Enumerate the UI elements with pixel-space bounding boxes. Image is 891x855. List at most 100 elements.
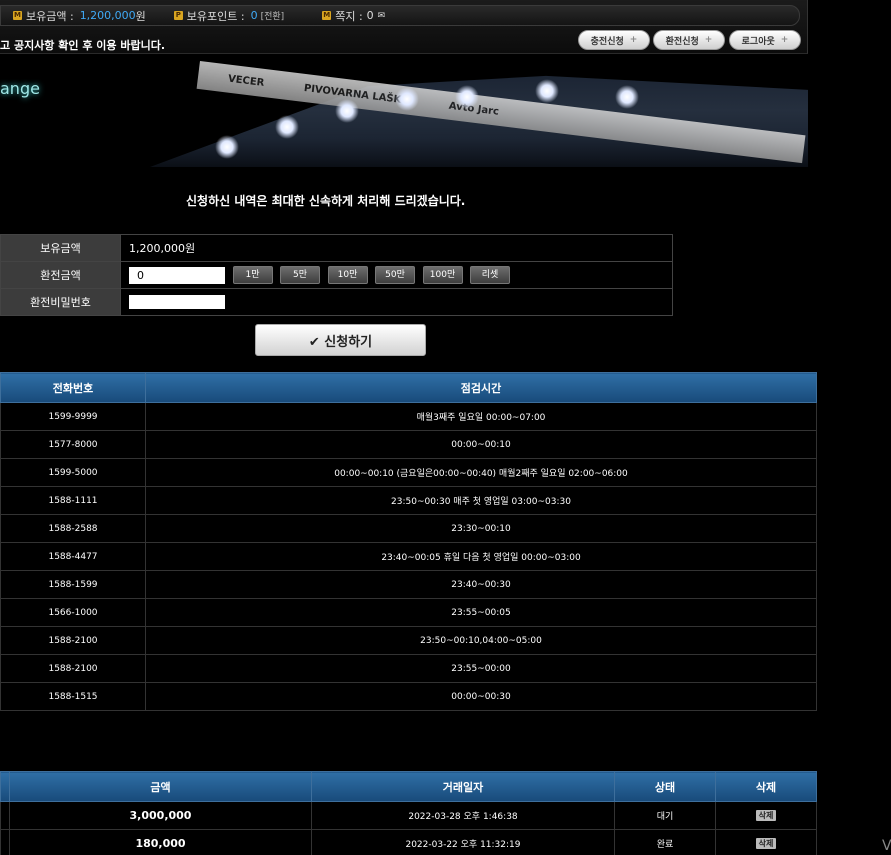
row-spacer-cell xyxy=(0,829,10,855)
form-label: 환전비밀번호 xyxy=(0,288,121,316)
stadium-light xyxy=(275,115,299,139)
message-info[interactable]: M 쪽지 : 0 ✉ xyxy=(322,8,385,24)
password-input[interactable] xyxy=(129,295,225,309)
submit-button[interactable]: ✔ 신청하기 xyxy=(255,324,426,356)
balance-unit: 원 xyxy=(135,9,146,23)
phone-cell: 1599-9999 xyxy=(0,402,146,431)
point-icon: P xyxy=(173,11,183,20)
envelope-icon: ✉ xyxy=(377,10,386,21)
table-row: 1588-2100 23:50~00:10,04:00~05:00 xyxy=(0,626,817,655)
amount-button-50k[interactable]: 5만 xyxy=(280,266,320,284)
points-value: 0 xyxy=(250,9,258,22)
points-label: 보유포인트 : xyxy=(186,9,245,23)
form-balance-value: 1,200,000원 xyxy=(120,234,673,262)
exchange-button-label: 환전신청 xyxy=(665,36,699,47)
logout-button[interactable]: 로그아웃 + xyxy=(729,30,801,50)
delete-button[interactable]: 삭제 xyxy=(755,810,777,821)
amount-button-1m[interactable]: 100만 xyxy=(422,266,463,284)
banner: ange VECER PIVOVARNA LAŠKO Avto Jarc xyxy=(0,55,808,167)
ad-text: VECER xyxy=(227,73,265,89)
table-row: 180,000 2022-03-22 오후 11:32:19 완료 삭제 xyxy=(0,829,817,855)
maintenance-table: 전화번호 점검시간 1599-9999 매월3째주 일요일 00:00~07:00… xyxy=(0,372,817,711)
plus-icon: + xyxy=(629,35,638,45)
maintenance-time-cell: 23:55~00:00 xyxy=(145,654,817,683)
points-convert-link[interactable]: [전환] xyxy=(261,9,285,22)
column-header: 상태 xyxy=(614,771,716,802)
delete-cell: 삭제 xyxy=(715,829,817,855)
date-cell: 2022-03-28 오후 1:46:38 xyxy=(311,801,615,830)
exchange-form: 보유금액 1,200,000원 환전금액 1만 5만 10만 50만 100만 … xyxy=(0,234,673,316)
status-cell: 대기 xyxy=(614,801,716,830)
table-row: 1588-1111 23:50~00:30 매주 첫 영업일 03:00~03:3… xyxy=(0,486,817,515)
column-header xyxy=(0,771,10,802)
maintenance-time-cell: 23:40~00:05 휴일 다음 첫 영업일 00:00~03:00 xyxy=(145,542,817,571)
phone-cell: 1599-5000 xyxy=(0,458,146,487)
stadium-light xyxy=(615,85,639,109)
table-header-row: 전화번호 점검시간 xyxy=(0,372,817,403)
amount-button-10k[interactable]: 1만 xyxy=(232,266,273,284)
stadium-light xyxy=(455,85,479,109)
phone-cell: 1566-1000 xyxy=(0,598,146,627)
phone-cell: 1588-1515 xyxy=(0,682,146,711)
form-label: 보유금액 xyxy=(0,234,121,262)
amount-button-100k[interactable]: 10만 xyxy=(327,266,368,284)
form-label: 환전금액 xyxy=(0,261,121,289)
charge-button[interactable]: 충전신청 + xyxy=(578,30,650,50)
amount-cell: 3,000,000 xyxy=(9,801,312,830)
table-row: 1588-1599 23:40~00:30 xyxy=(0,570,817,599)
maintenance-time-cell: 매월3째주 일요일 00:00~07:00 xyxy=(145,402,817,431)
row-spacer-cell xyxy=(0,801,10,830)
delete-button[interactable]: 삭제 xyxy=(755,838,777,849)
reset-button[interactable]: 리셋 xyxy=(470,266,510,284)
table-row: 3,000,000 2022-03-28 오후 1:46:38 대기 삭제 xyxy=(0,801,817,830)
plus-icon: + xyxy=(704,35,713,45)
column-header: 전화번호 xyxy=(0,372,146,403)
charge-button-label: 충전신청 xyxy=(590,36,624,47)
date-cell: 2022-03-22 오후 11:32:19 xyxy=(311,829,615,855)
maintenance-time-cell: 23:50~00:30 매주 첫 영업일 03:00~03:30 xyxy=(145,486,817,515)
phone-cell: 1588-1111 xyxy=(0,486,146,515)
message-value: 0 xyxy=(366,9,374,22)
maintenance-time-cell: 23:55~00:05 xyxy=(145,598,817,627)
phone-cell: 1588-2588 xyxy=(0,514,146,543)
exchange-button[interactable]: 환전신청 + xyxy=(653,30,725,50)
points-info: P 보유포인트 : 0 [전환] xyxy=(173,8,285,24)
amount-cell: 1만 5만 10만 50만 100만 리셋 xyxy=(120,261,673,289)
maintenance-time-cell: 00:00~00:10 xyxy=(145,430,817,459)
message-icon: M xyxy=(322,11,332,20)
balance-info: M 보유금액 : 1,200,000 원 xyxy=(13,8,146,24)
page-subtitle: 신청하신 내역은 최대한 신속하게 처리해 드리겠습니다. xyxy=(186,194,466,208)
stadium-light xyxy=(535,79,559,103)
notice-text: 고 공지사항 확인 후 이용 바랍니다. xyxy=(0,39,166,52)
corner-text: V xyxy=(882,838,891,854)
password-row: 환전비밀번호 xyxy=(0,288,673,316)
amount-button-500k[interactable]: 50만 xyxy=(375,266,415,284)
info-bar: M 보유금액 : 1,200,000 원 P 보유포인트 : 0 [전환] M … xyxy=(0,5,800,26)
phone-cell: 1588-2100 xyxy=(0,626,146,655)
column-header: 거래일자 xyxy=(311,771,615,802)
amount-input[interactable] xyxy=(129,266,225,284)
logout-button-label: 로그아웃 xyxy=(741,36,775,47)
amount-row: 환전금액 1만 5만 10만 50만 100만 리셋 xyxy=(0,261,673,289)
phone-cell: 1588-1599 xyxy=(0,570,146,599)
phone-cell: 1588-4477 xyxy=(0,542,146,571)
amount-cell: 180,000 xyxy=(9,829,312,855)
message-label: 쪽지 : xyxy=(335,9,363,23)
maintenance-time-cell: 23:50~00:10,04:00~05:00 xyxy=(145,626,817,655)
table-row: 1599-9999 매월3째주 일요일 00:00~07:00 xyxy=(0,402,817,431)
history-table: 금액 거래일자 상태 삭제 3,000,000 2022-03-28 오후 1:4… xyxy=(0,771,817,855)
coin-icon: M xyxy=(13,11,22,20)
phone-cell: 1577-8000 xyxy=(0,430,146,459)
plus-icon: + xyxy=(780,35,789,45)
top-bar: M 보유금액 : 1,200,000 원 P 보유포인트 : 0 [전환] M … xyxy=(0,0,808,54)
column-header: 점검시간 xyxy=(145,372,817,403)
maintenance-time-cell: 23:30~00:10 xyxy=(145,514,817,543)
maintenance-time-cell: 23:40~00:30 xyxy=(145,570,817,599)
password-cell xyxy=(120,288,673,316)
table-row: 1588-2100 23:55~00:00 xyxy=(0,654,817,683)
maintenance-time-cell: 00:00~00:30 xyxy=(145,682,817,711)
maintenance-time-cell: 00:00~00:10 (금요일은00:00~00:40) 매월2째주 일요일 … xyxy=(145,458,817,487)
table-header-row: 금액 거래일자 상태 삭제 xyxy=(0,771,817,802)
balance-label: 보유금액 : xyxy=(26,9,74,23)
stadium-light xyxy=(395,87,419,111)
